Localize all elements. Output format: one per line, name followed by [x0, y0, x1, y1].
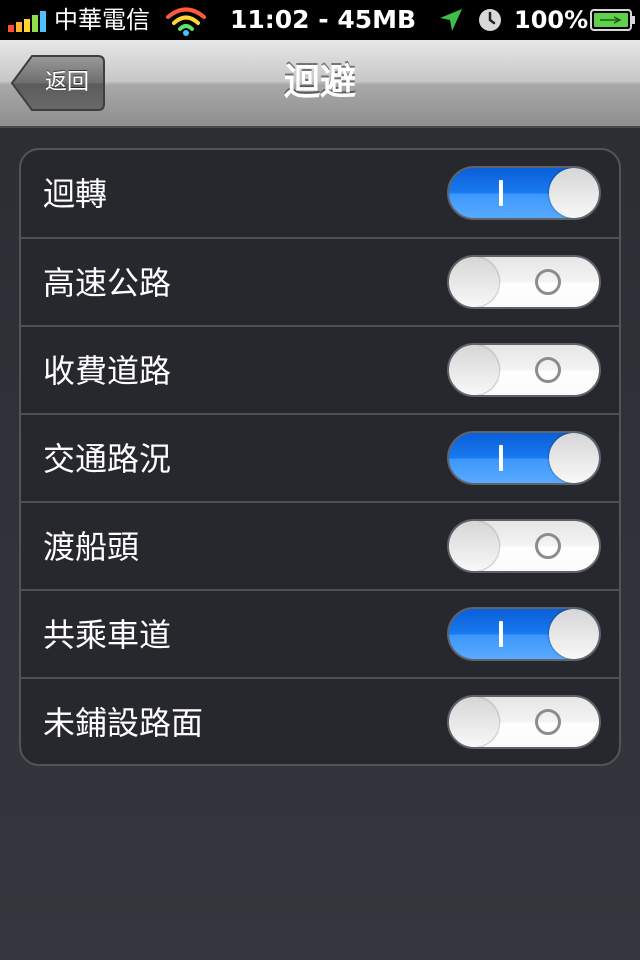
status-bar: 中華電信 11:02 - 45MB 100%	[0, 0, 640, 40]
toggle-on-mark	[499, 180, 503, 206]
setting-row-unpaved-roads: 未鋪設路面	[21, 677, 619, 764]
avoid-settings-group: 迴轉 高速公路 收費道路 交通路況 渡船頭 共乘車道 未鋪設路面	[19, 148, 621, 766]
setting-label: 未鋪設路面	[43, 704, 204, 742]
battery-icon	[590, 9, 635, 31]
signal-icon	[8, 11, 46, 32]
carrier-name: 中華電信	[54, 6, 150, 34]
wifi-icon	[166, 7, 206, 36]
location-icon	[440, 9, 462, 31]
toggle-knob	[449, 697, 499, 747]
alarm-icon	[479, 9, 501, 31]
setting-label: 渡船頭	[43, 528, 140, 566]
toggle-knob	[449, 345, 499, 395]
toggle-on-mark	[499, 621, 503, 647]
toggle-ferry[interactable]	[447, 519, 601, 573]
setting-row-traffic: 交通路況	[21, 413, 619, 501]
setting-label: 收費道路	[43, 352, 172, 390]
page-title: 迴避	[283, 62, 356, 103]
toggle-unpaved-roads[interactable]	[447, 695, 601, 749]
toggle-knob	[449, 521, 499, 571]
toggle-off-mark	[535, 533, 561, 559]
setting-row-highway: 高速公路	[21, 237, 619, 325]
back-button[interactable]: 返回	[10, 54, 106, 112]
toggle-toll-roads[interactable]	[447, 343, 601, 397]
toggle-traffic[interactable]	[447, 431, 601, 485]
navigation-bar: 返回 迴避	[0, 40, 640, 128]
battery-percentage: 100%	[514, 6, 589, 34]
status-time: 11:02 - 45MB	[230, 5, 417, 34]
setting-label: 交通路況	[43, 440, 172, 478]
setting-label: 迴轉	[43, 175, 108, 213]
setting-row-carpool-lane: 共乘車道	[21, 589, 619, 677]
setting-label: 共乘車道	[43, 616, 172, 654]
toggle-knob	[449, 257, 499, 307]
toggle-knob	[549, 433, 599, 483]
toggle-carpool-lane[interactable]	[447, 607, 601, 661]
toggle-highway[interactable]	[447, 255, 601, 309]
back-button-label: 返回	[44, 70, 89, 95]
toggle-u-turn[interactable]	[447, 166, 601, 220]
toggle-on-mark	[499, 445, 503, 471]
setting-row-toll-roads: 收費道路	[21, 325, 619, 413]
toggle-knob	[549, 168, 599, 218]
setting-row-ferry: 渡船頭	[21, 501, 619, 589]
toggle-off-mark	[535, 269, 561, 295]
setting-label: 高速公路	[43, 264, 172, 302]
setting-row-u-turn: 迴轉	[21, 150, 619, 238]
toggle-off-mark	[535, 709, 561, 735]
toggle-knob	[549, 609, 599, 659]
toggle-off-mark	[535, 357, 561, 383]
